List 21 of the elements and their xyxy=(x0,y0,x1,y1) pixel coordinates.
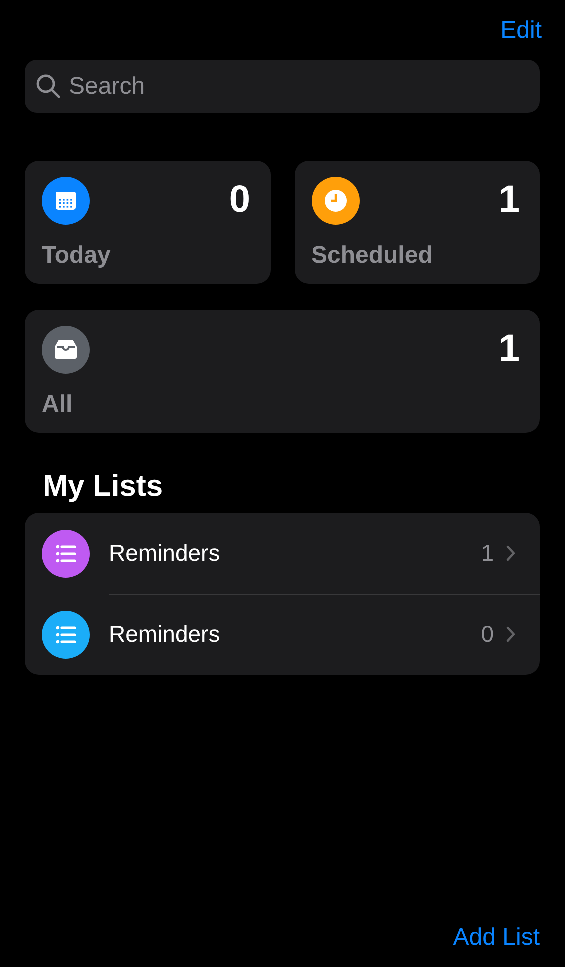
card-label: Scheduled xyxy=(312,241,434,271)
list-count: 1 xyxy=(481,539,494,568)
section-heading: My Lists xyxy=(43,469,164,505)
smart-list-card[interactable]: 1 Scheduled xyxy=(294,161,540,284)
list-count: 0 xyxy=(481,620,494,650)
list-row[interactable]: Reminders 1 xyxy=(25,513,540,594)
card-label: All xyxy=(42,390,74,420)
count: 1 xyxy=(498,327,520,372)
count: 0 xyxy=(229,178,250,223)
smart-list-card[interactable]: 1 All xyxy=(25,310,540,433)
search-field[interactable]: Search xyxy=(25,60,540,113)
chevron-icon xyxy=(506,545,516,562)
list-name: Reminders xyxy=(109,620,222,650)
count: 1 xyxy=(498,178,520,223)
smart-list-card[interactable]: 0 Today xyxy=(25,161,270,284)
chevron-icon xyxy=(506,626,516,643)
list-row[interactable]: Reminders 0 xyxy=(25,594,540,675)
card-label: Today xyxy=(42,241,112,271)
edit-button[interactable]: Edit xyxy=(500,10,542,52)
list-name: Reminders xyxy=(109,539,222,568)
add-list-button[interactable]: Add List xyxy=(453,923,540,953)
